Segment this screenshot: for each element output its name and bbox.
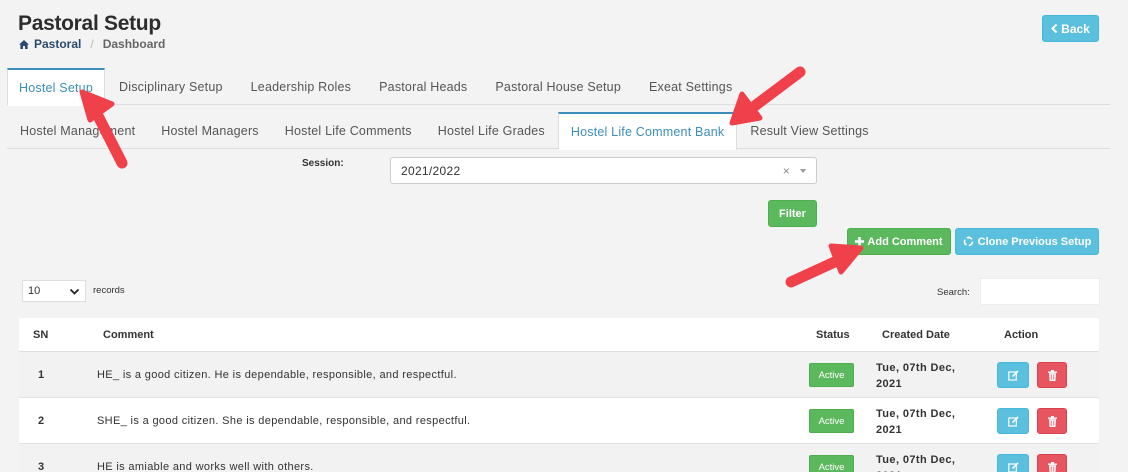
comments-table: SN Comment Status Created Date Action 1 … <box>19 318 1099 472</box>
session-label: Session: <box>302 158 344 169</box>
edit-button[interactable] <box>997 408 1029 434</box>
header-created-date[interactable]: Created Date <box>882 329 950 341</box>
session-value: 2021/2022 <box>401 163 461 178</box>
trash-icon <box>1047 461 1057 472</box>
back-button[interactable]: Back <box>1042 15 1099 42</box>
back-button-label: Back <box>1061 21 1090 36</box>
status-badge: Active <box>809 455 854 472</box>
clear-icon[interactable]: × <box>783 164 790 178</box>
home-icon <box>19 39 29 49</box>
clone-label: Clone Previous Setup <box>977 235 1092 248</box>
tab-leadership-roles[interactable]: Leadership Roles <box>237 68 365 105</box>
search-input[interactable] <box>980 278 1100 305</box>
annotation-arrow-icon <box>729 66 806 126</box>
row-comment: HE is amiable and works well with others… <box>97 461 314 472</box>
main-tabs: Hostel Setup Disciplinary Setup Leadersh… <box>7 68 1110 106</box>
header-comment[interactable]: Comment <box>103 329 154 341</box>
row-sn: 3 <box>37 461 45 472</box>
row-created-date: Tue, 07th Dec, 2021 <box>876 452 955 472</box>
sub-tabs: Hostel Management Hostel Managers Hostel… <box>7 112 1110 150</box>
date-year: 2021 <box>876 468 955 472</box>
delete-button[interactable] <box>1037 454 1067 472</box>
table-header: SN Comment Status Created Date Action <box>19 318 1099 352</box>
date-line: Tue, 07th Dec, <box>876 408 956 420</box>
date-year: 2021 <box>876 378 903 390</box>
add-comment-label: Add Comment <box>867 235 943 248</box>
status-badge: Active <box>809 363 854 387</box>
trash-icon <box>1047 415 1057 427</box>
row-comment: HE_ is a good citizen. He is dependable,… <box>97 369 457 381</box>
header-action: Action <box>1004 328 1039 341</box>
date-year: 2021 <box>876 424 903 436</box>
annotation-arrow-icon <box>79 89 128 169</box>
page-length-value: 10 <box>28 285 41 297</box>
page-title: Pastoral Setup <box>18 12 161 35</box>
search-label: Search: <box>937 287 970 298</box>
delete-button[interactable] <box>1037 408 1067 434</box>
tab-hostel-life-grades[interactable]: Hostel Life Grades <box>425 112 558 149</box>
tab-pastoral-house-setup[interactable]: Pastoral House Setup <box>481 68 635 105</box>
recycle-icon <box>963 236 973 247</box>
row-created-date: Tue, 07th Dec, 2021 <box>876 406 955 438</box>
breadcrumb-current: Dashboard <box>102 37 166 51</box>
tab-pastoral-heads[interactable]: Pastoral Heads <box>365 68 481 105</box>
row-sn: 2 <box>37 415 45 427</box>
tab-hostel-managers[interactable]: Hostel Managers <box>148 112 272 149</box>
table-row: 3 HE is amiable and works well with othe… <box>19 444 1099 472</box>
chevron-left-icon <box>1051 24 1058 33</box>
caret-down-icon <box>800 169 806 173</box>
edit-button[interactable] <box>997 454 1029 472</box>
table-row: 1 HE_ is a good citizen. He is dependabl… <box>19 352 1099 398</box>
tab-hostel-life-comment-bank[interactable]: Hostel Life Comment Bank <box>557 112 738 150</box>
edit-button[interactable] <box>997 362 1029 388</box>
filter-button[interactable]: Filter <box>768 200 817 227</box>
status-badge: Active <box>809 409 854 433</box>
breadcrumb-separator: / <box>90 37 94 51</box>
breadcrumb-home[interactable]: Pastoral <box>19 37 81 51</box>
date-line: Tue, 07th Dec, <box>876 362 956 374</box>
header-sn[interactable]: SN <box>33 329 48 341</box>
row-comment: SHE_ is a good citizen. She is dependabl… <box>97 415 471 427</box>
edit-icon <box>1007 461 1019 472</box>
header-status[interactable]: Status <box>816 329 850 341</box>
edit-icon <box>1007 369 1019 381</box>
records-label: records <box>93 285 125 296</box>
page-length-select[interactable]: 10 <box>22 280 86 302</box>
row-created-date: Tue, 07th Dec, 2021 <box>876 360 955 392</box>
breadcrumb-home-label: Pastoral <box>34 37 82 51</box>
trash-icon <box>1047 369 1057 381</box>
clone-previous-setup-button[interactable]: Clone Previous Setup <box>955 228 1099 255</box>
chevron-down-icon <box>69 288 80 295</box>
breadcrumb: Pastoral / Dashboard <box>19 37 165 51</box>
table-row: 2 SHE_ is a good citizen. She is dependa… <box>19 398 1099 444</box>
session-select[interactable]: 2021/2022 × <box>390 157 817 184</box>
annotation-arrow-icon <box>785 243 864 288</box>
date-line: Tue, 07th Dec, <box>876 454 956 466</box>
row-sn: 1 <box>37 369 45 381</box>
edit-icon <box>1007 415 1019 427</box>
delete-button[interactable] <box>1037 362 1067 388</box>
tab-hostel-life-comments[interactable]: Hostel Life Comments <box>272 112 425 149</box>
